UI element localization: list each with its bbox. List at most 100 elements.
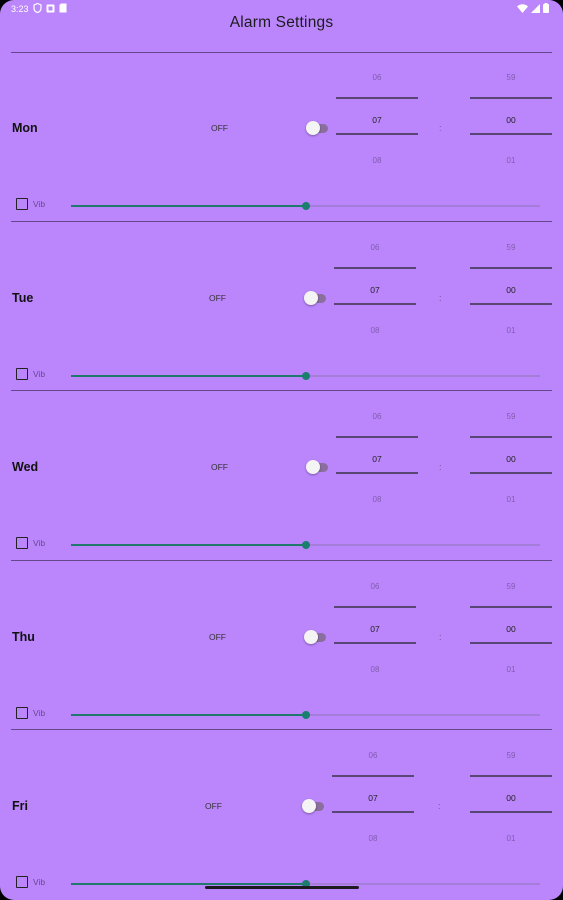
day-label: Wed [12,460,39,474]
picker-divider-top [470,606,552,608]
hour-next-value[interactable]: 08 [334,665,416,674]
picker-divider-top [336,97,418,99]
hour-current-value[interactable]: 07 [334,624,416,634]
volume-slider[interactable] [71,371,540,381]
picker-divider-bottom [470,472,552,474]
picker-divider-top [336,436,418,438]
hour-next-value[interactable]: 08 [336,495,418,504]
minute-next-value[interactable]: 01 [470,156,552,165]
hour-next-value[interactable]: 08 [334,326,416,335]
slider-knob[interactable] [301,711,310,719]
picker-divider-bottom [470,811,552,813]
vibrate-label: Vib [33,708,46,718]
alarm-toggle-switch[interactable] [304,291,326,305]
alarm-toggle-switch[interactable] [306,121,328,135]
hour-prev-value[interactable]: 06 [332,751,414,760]
day-label: Thu [12,630,35,644]
minute-current-value[interactable]: 00 [470,454,552,464]
day-label: Mon [12,121,38,135]
gesture-nav-handle[interactable] [205,886,359,889]
minute-prev-value[interactable]: 59 [470,243,552,252]
minute-picker[interactable]: 59 00 01 [470,59,552,177]
vibrate-checkbox[interactable] [16,876,28,888]
alarm-toggle-switch[interactable] [302,799,324,813]
volume-slider[interactable] [71,710,540,720]
hour-prev-value[interactable]: 06 [336,412,418,421]
minute-current-value[interactable]: 00 [470,285,552,295]
day-row-tue: Tue OFF 06 07 08 : 59 00 01 Vib [0,229,563,398]
day-label: Tue [12,291,34,305]
minute-current-value[interactable]: 00 [470,793,552,803]
alarm-state-label: OFF [209,293,226,303]
time-separator: : [439,632,442,642]
minute-next-value[interactable]: 01 [470,326,552,335]
hour-current-value[interactable]: 07 [336,454,418,464]
alarm-toggle-switch[interactable] [304,630,326,644]
hour-current-value[interactable]: 07 [334,285,416,295]
hour-picker[interactable]: 06 07 08 [332,737,414,855]
hour-picker[interactable]: 06 07 08 [336,59,418,177]
minute-next-value[interactable]: 01 [470,495,552,504]
vibrate-option[interactable]: Vib [16,198,45,210]
vibrate-checkbox[interactable] [16,198,28,210]
hour-prev-value[interactable]: 06 [336,73,418,82]
hour-current-value[interactable]: 07 [332,793,414,803]
hour-prev-value[interactable]: 06 [334,582,416,591]
vibrate-checkbox[interactable] [16,368,28,380]
alarm-toggle-switch[interactable] [306,460,328,474]
hour-picker[interactable]: 06 07 08 [336,398,418,516]
minute-current-value[interactable]: 00 [470,115,552,125]
vibrate-option[interactable]: Vib [16,707,45,719]
minute-next-value[interactable]: 01 [470,834,552,843]
picker-divider-bottom [334,303,416,305]
vibrate-checkbox[interactable] [16,537,28,549]
picker-divider-bottom [470,133,552,135]
hour-next-value[interactable]: 08 [332,834,414,843]
minute-picker[interactable]: 59 00 01 [470,568,552,686]
vibrate-option[interactable]: Vib [16,537,45,549]
minute-prev-value[interactable]: 59 [470,412,552,421]
notification-icon [46,4,55,15]
day-row-thu: Thu OFF 06 07 08 : 59 00 01 Vib [0,568,563,737]
minute-prev-value[interactable]: 59 [470,582,552,591]
slider-fill [71,714,306,716]
vibrate-option[interactable]: Vib [16,876,45,888]
slider-knob[interactable] [301,541,310,549]
hour-picker[interactable]: 06 07 08 [334,568,416,686]
toggle-thumb [304,291,318,305]
minute-prev-value[interactable]: 59 [470,73,552,82]
vibrate-checkbox[interactable] [16,707,28,719]
minute-current-value[interactable]: 00 [470,624,552,634]
time-separator: : [439,462,442,472]
slider-knob[interactable] [301,202,310,210]
picker-divider-top [332,775,414,777]
row-divider [11,221,552,222]
minute-picker[interactable]: 59 00 01 [470,229,552,347]
slider-knob[interactable] [301,372,310,380]
vibrate-label: Vib [33,877,46,887]
day-row-mon: Mon OFF 06 07 08 : 59 00 01 Vib [0,59,563,228]
row-divider [11,560,552,561]
hour-next-value[interactable]: 08 [336,156,418,165]
vibrate-label: Vib [33,199,46,209]
picker-divider-bottom [332,811,414,813]
minute-prev-value[interactable]: 59 [470,751,552,760]
volume-slider[interactable] [71,540,540,550]
vibrate-label: Vib [33,538,46,548]
minute-picker[interactable]: 59 00 01 [470,737,552,855]
picker-divider-bottom [336,133,418,135]
hour-prev-value[interactable]: 06 [334,243,416,252]
picker-divider-bottom [336,472,418,474]
vibrate-option[interactable]: Vib [16,368,45,380]
slider-fill [71,205,306,207]
toggle-thumb [306,460,320,474]
toggle-thumb [306,121,320,135]
volume-slider[interactable] [71,201,540,211]
time-separator: : [438,801,441,811]
hour-current-value[interactable]: 07 [336,115,418,125]
status-time: 3:23 [11,4,29,14]
minute-picker[interactable]: 59 00 01 [470,398,552,516]
minute-next-value[interactable]: 01 [470,665,552,674]
hour-picker[interactable]: 06 07 08 [334,229,416,347]
alarm-state-label: OFF [209,632,226,642]
